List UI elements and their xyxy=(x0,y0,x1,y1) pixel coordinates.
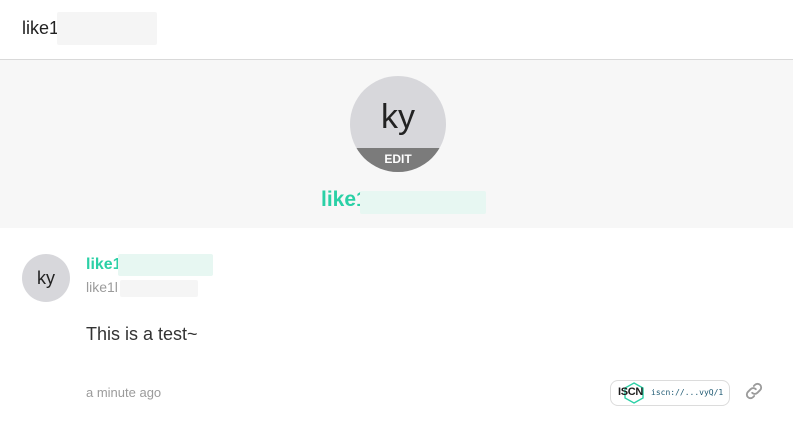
iscn-id: iscn://...vyQ/1 xyxy=(651,388,724,397)
page-title: like1 xyxy=(22,18,60,38)
redacted-title-suffix xyxy=(57,12,157,45)
profile-avatar[interactable]: ky EDIT xyxy=(350,76,446,172)
post-card: ky like1 like1l This is a test~ a minute… xyxy=(0,228,793,431)
redacted-profile-name-suffix xyxy=(360,191,486,214)
top-bar: like1 xyxy=(0,0,793,60)
post-timestamp[interactable]: a minute ago xyxy=(86,385,161,400)
profile-header: ky EDIT like1 xyxy=(0,60,793,228)
link-icon[interactable] xyxy=(743,380,765,402)
iscn-logo: ISCN xyxy=(618,386,644,398)
post-author-avatar[interactable]: ky xyxy=(22,254,70,302)
edit-avatar-button[interactable]: EDIT xyxy=(350,148,446,172)
post-content: This is a test~ xyxy=(86,324,198,344)
redacted-handle-suffix xyxy=(120,280,198,297)
avatar-initials: ky xyxy=(381,98,415,136)
post-author-handle: like1l xyxy=(86,279,118,295)
redacted-author-name-suffix xyxy=(118,254,213,276)
post-author-name[interactable]: like1 xyxy=(86,256,122,274)
iscn-badge[interactable]: ISCN iscn://...vyQ/1 xyxy=(610,380,730,406)
